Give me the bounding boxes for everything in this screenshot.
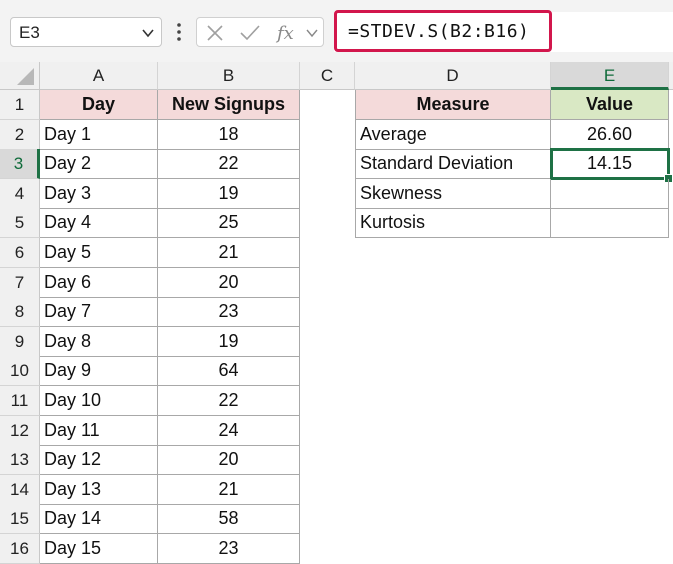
column-header-b[interactable]: B — [158, 62, 300, 90]
formula-text: =STDEV.S(B2:B16) — [348, 21, 530, 42]
measure-value[interactable] — [551, 208, 669, 239]
table-row-day[interactable]: Day 5 — [40, 238, 158, 268]
table-row-signups[interactable]: 23 — [158, 534, 300, 564]
formula-bar[interactable]: =STDEV.S(B2:B16) — [334, 10, 552, 52]
select-all-icon — [17, 68, 34, 85]
insert-function-icon[interactable]: fx — [275, 22, 299, 44]
table-row-signups[interactable]: 21 — [158, 238, 300, 268]
column-header-a[interactable]: A — [40, 62, 158, 90]
row-header-3[interactable]: 3 — [0, 149, 40, 180]
table-row-day[interactable]: Day 13 — [40, 474, 158, 505]
measure-label[interactable]: Kurtosis — [355, 208, 551, 239]
table-row-day[interactable]: Day 4 — [40, 208, 158, 239]
table-row-signups[interactable]: 22 — [158, 149, 300, 180]
row-header-11[interactable]: 11 — [0, 386, 40, 416]
row-header-4[interactable]: 4 — [0, 178, 40, 209]
chevron-down-icon[interactable] — [305, 26, 319, 40]
row-header-5[interactable]: 5 — [0, 208, 40, 239]
row-header-14[interactable]: 14 — [0, 474, 40, 505]
table-row-day[interactable]: Day 14 — [40, 504, 158, 535]
table-row-signups[interactable]: 25 — [158, 208, 300, 239]
header-new-signups[interactable]: New Signups — [158, 90, 300, 120]
measure-value[interactable] — [551, 178, 669, 209]
more-options-icon[interactable] — [172, 21, 186, 43]
row-header-7[interactable]: 7 — [0, 267, 40, 298]
table-row-signups[interactable]: 20 — [158, 267, 300, 298]
row-header-13[interactable]: 13 — [0, 445, 40, 476]
measure-value[interactable]: 26.60 — [551, 119, 669, 150]
measure-label[interactable]: Standard Deviation — [355, 149, 551, 180]
select-all-corner[interactable] — [0, 62, 40, 90]
header-measure[interactable]: Measure — [355, 90, 551, 120]
table-row-signups[interactable]: 24 — [158, 415, 300, 446]
row-header-16[interactable]: 16 — [0, 534, 40, 564]
row-header-10[interactable]: 10 — [0, 356, 40, 387]
row-header-12[interactable]: 12 — [0, 415, 40, 446]
formula-actions: fx — [196, 17, 324, 47]
svg-text:fx: fx — [275, 23, 294, 44]
table-row-day[interactable]: Day 2 — [40, 149, 158, 180]
table-row-day[interactable]: Day 10 — [40, 386, 158, 416]
header-day[interactable]: Day — [40, 90, 158, 120]
column-header-e[interactable]: E — [551, 62, 669, 90]
table-row-signups[interactable]: 20 — [158, 445, 300, 476]
table-row-signups[interactable]: 19 — [158, 178, 300, 209]
row-header-8[interactable]: 8 — [0, 297, 40, 328]
cancel-icon[interactable] — [205, 23, 225, 43]
table-row-signups[interactable]: 22 — [158, 386, 300, 416]
name-box-value: E3 — [19, 23, 40, 42]
measure-label[interactable]: Skewness — [355, 178, 551, 209]
table-row-day[interactable]: Day 9 — [40, 356, 158, 387]
enter-check-icon[interactable] — [239, 23, 261, 43]
table-row-signups[interactable]: 64 — [158, 356, 300, 387]
table-row-signups[interactable]: 18 — [158, 119, 300, 150]
name-box[interactable]: E3 — [10, 17, 162, 47]
table-row-day[interactable]: Day 12 — [40, 445, 158, 476]
column-header-d[interactable]: D — [355, 62, 551, 90]
column-header-f[interactable] — [669, 62, 673, 90]
table-row-day[interactable]: Day 15 — [40, 534, 158, 564]
row-header-9[interactable]: 9 — [0, 326, 40, 357]
row-header-2[interactable]: 2 — [0, 119, 40, 150]
chevron-down-icon[interactable] — [141, 26, 155, 40]
header-value[interactable]: Value — [551, 90, 669, 120]
table-row-signups[interactable]: 21 — [158, 474, 300, 505]
table-row-signups[interactable]: 19 — [158, 326, 300, 357]
selected-cell-e3[interactable]: 14.15 — [550, 148, 670, 181]
row-header-15[interactable]: 15 — [0, 504, 40, 535]
column-header-c[interactable]: C — [300, 62, 355, 90]
table-row-day[interactable]: Day 6 — [40, 267, 158, 298]
table-row-day[interactable]: Day 7 — [40, 297, 158, 328]
table-row-day[interactable]: Day 1 — [40, 119, 158, 150]
table-row-signups[interactable]: 58 — [158, 504, 300, 535]
row-header-1[interactable]: 1 — [0, 90, 40, 120]
table-row-day[interactable]: Day 3 — [40, 178, 158, 209]
table-row-day[interactable]: Day 11 — [40, 415, 158, 446]
row-header-6[interactable]: 6 — [0, 238, 40, 268]
measure-label[interactable]: Average — [355, 119, 551, 150]
table-row-signups[interactable]: 23 — [158, 297, 300, 328]
table-row-day[interactable]: Day 8 — [40, 326, 158, 357]
